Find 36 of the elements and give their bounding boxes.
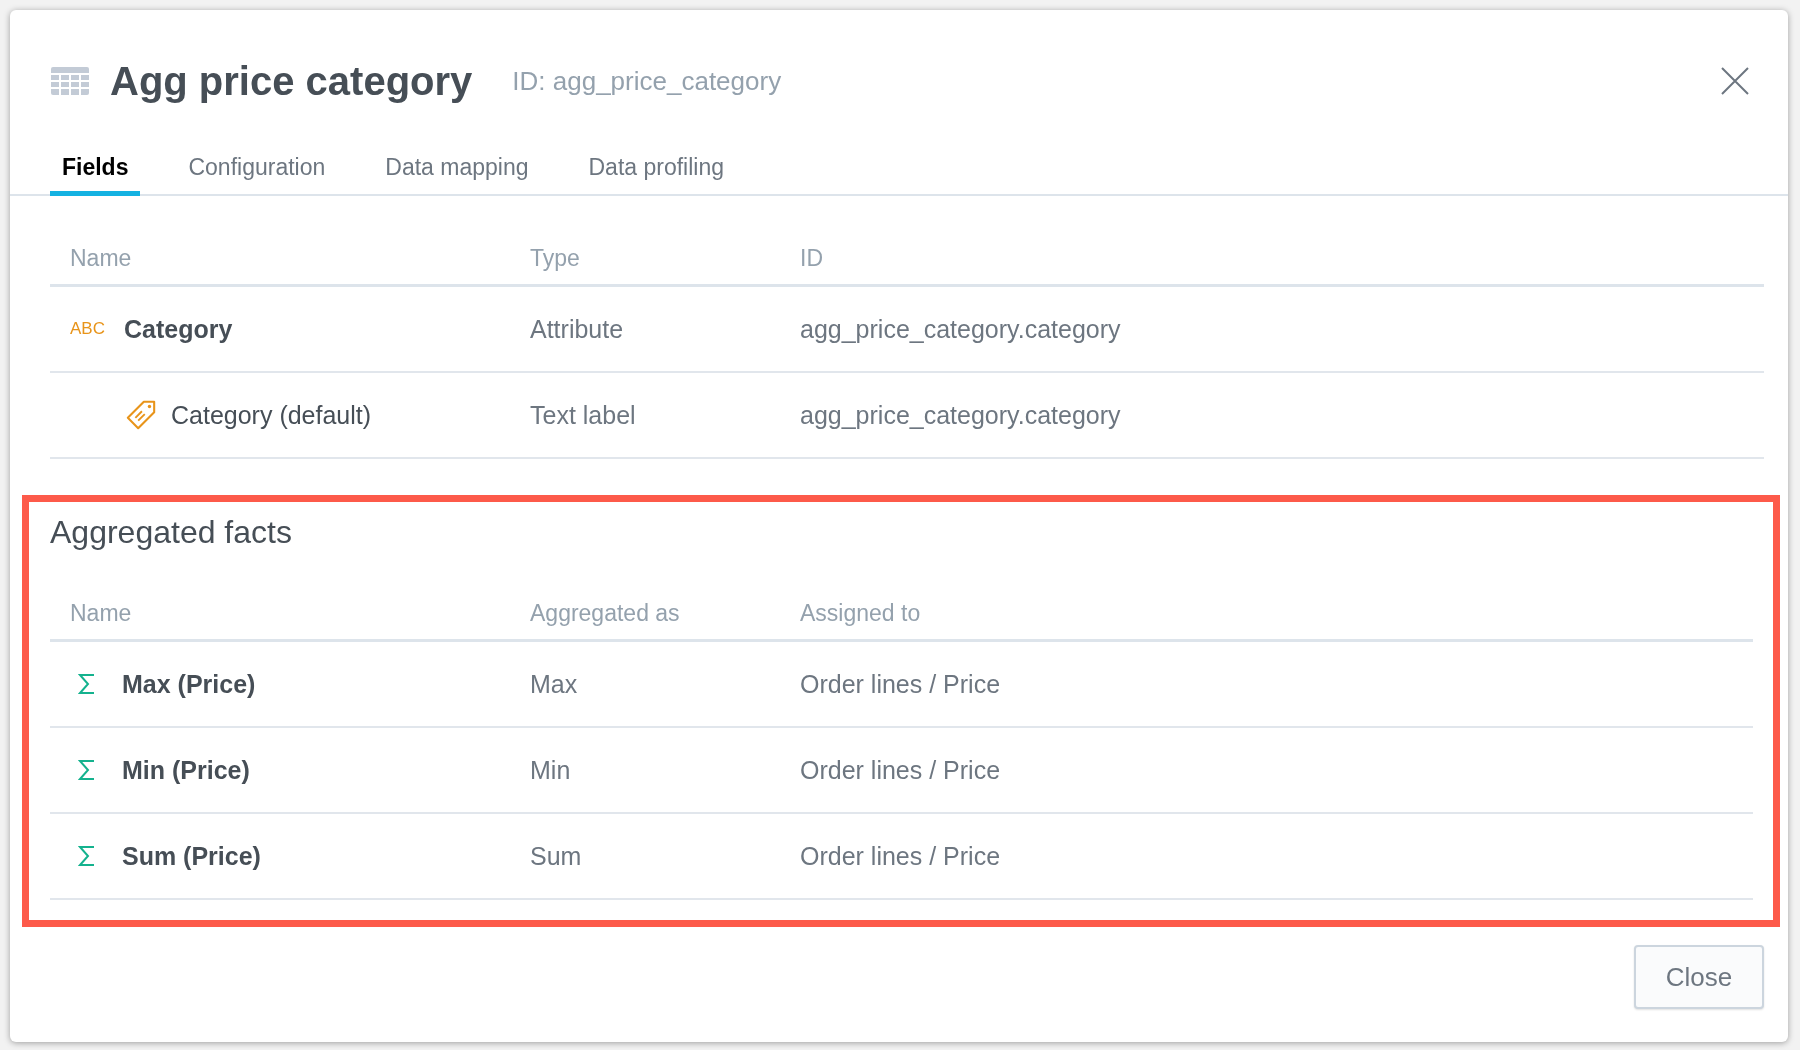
table-cell-text: Text label [529, 400, 637, 430]
field-name: Max (Price) [122, 669, 256, 699]
column-header: Name [69, 599, 133, 627]
sigma-icon [78, 673, 96, 695]
table-cell-text: Sum [529, 841, 583, 871]
tab[interactable]: Fields [50, 154, 141, 196]
table-cell-text: agg_price_category.category [799, 400, 1122, 430]
abc-icon: ABC [70, 319, 110, 339]
dialog-title: Agg price category [110, 58, 473, 104]
table-cell-text: Order lines / Price [799, 841, 1002, 871]
close-icon[interactable] [1720, 66, 1750, 96]
table-cell-text: Attribute [529, 314, 625, 344]
field-name: Sum (Price) [122, 841, 261, 871]
sigma-icon [78, 845, 96, 867]
column-header: Assigned to [799, 599, 922, 627]
tab[interactable]: Data mapping [373, 154, 541, 196]
field-name: Category (default) [171, 400, 372, 430]
table-icon [50, 66, 90, 96]
table-cell-text: Min [529, 755, 572, 785]
table-cell-text: Order lines / Price [799, 669, 1002, 699]
close-button[interactable]: Close [1634, 945, 1764, 1009]
table-cell-text: Order lines / Price [799, 755, 1002, 785]
sigma-icon [78, 759, 96, 781]
column-header: Type [529, 244, 581, 272]
column-header: Name [69, 244, 133, 272]
column-header: Aggregated as [529, 599, 681, 627]
tag-icon [125, 399, 157, 431]
column-header: ID [799, 244, 824, 272]
table-cell-text: Max [529, 669, 579, 699]
table-cell-text: agg_price_category.category [799, 314, 1122, 344]
tab[interactable]: Configuration [176, 154, 338, 196]
tab[interactable]: Data profiling [576, 154, 736, 196]
dataset-id: ID: agg_price_category [512, 65, 782, 97]
field-name: Category [124, 314, 233, 344]
section-title: Aggregated facts [50, 514, 293, 551]
field-name: Min (Price) [122, 755, 250, 785]
